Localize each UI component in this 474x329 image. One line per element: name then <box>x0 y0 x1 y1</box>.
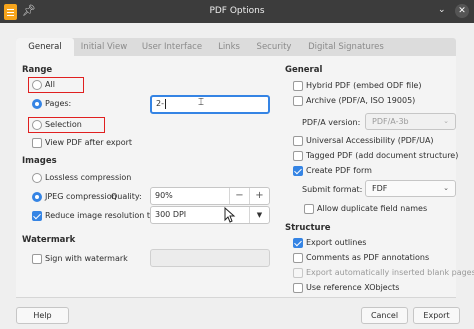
radio-all[interactable] <box>32 80 42 90</box>
radio-pages[interactable] <box>32 99 42 109</box>
tab-initial-view[interactable]: Initial View <box>74 38 134 56</box>
title-bar: 📌︎ PDF Options ⌄ ✕ <box>0 0 474 23</box>
xobjects-label: Use reference XObjects <box>306 283 400 292</box>
range-heading: Range <box>22 65 53 75</box>
checkbox-sign-watermark[interactable] <box>32 254 42 264</box>
watermark-text-field[interactable] <box>150 249 270 267</box>
checkbox-blank-pages[interactable] <box>293 268 303 278</box>
close-icon[interactable]: ✕ <box>455 4 469 18</box>
checkbox-comments[interactable] <box>293 253 303 263</box>
radio-jpeg[interactable] <box>32 192 42 202</box>
tagged-pdf-label: Tagged PDF (add document structure) <box>306 151 459 160</box>
checkbox-export-outlines[interactable] <box>293 238 303 248</box>
checkbox-tagged-pdf[interactable] <box>293 151 303 161</box>
hybrid-pdf-label: Hybrid PDF (embed ODF file) <box>306 81 422 90</box>
view-after-export-label: View PDF after export <box>45 138 133 147</box>
images-heading: Images <box>22 156 57 166</box>
submit-format-label: Submit format: <box>302 185 363 194</box>
universal-accessibility-label: Universal Accessibility (PDF/UA) <box>306 136 434 145</box>
plus-icon[interactable]: + <box>249 188 269 204</box>
sign-watermark-label: Sign with watermark <box>45 254 128 263</box>
comments-label: Comments as PDF annotations <box>306 253 430 262</box>
pdfa-version-label: PDF/A version: <box>302 118 361 127</box>
jpeg-label: JPEG compression <box>45 192 117 201</box>
mouse-pointer-icon <box>224 207 236 223</box>
pdfa-version-dropdown[interactable]: PDF/A-3b ⌄ <box>365 113 456 130</box>
allow-duplicate-label: Allow duplicate field names <box>317 204 428 213</box>
quality-value: 90% <box>155 191 173 200</box>
submit-format-value: FDF <box>372 184 388 193</box>
resolution-combobox[interactable]: 300 DPI ▼ <box>150 206 270 224</box>
pages-input[interactable]: 2- <box>150 95 270 114</box>
tab-security[interactable]: Security <box>252 38 296 56</box>
chevron-down-icon[interactable]: ⌄ <box>438 5 446 15</box>
quality-label: Quality: <box>111 192 142 201</box>
cancel-button[interactable]: Cancel <box>361 307 408 324</box>
tab-digital-signatures[interactable]: Digital Signatures <box>300 38 392 56</box>
radio-selection[interactable] <box>32 120 42 130</box>
checkbox-universal-accessibility[interactable] <box>293 136 303 146</box>
watermark-heading: Watermark <box>22 235 76 245</box>
resolution-value: 300 DPI <box>155 210 187 219</box>
chevron-down-icon: ⌄ <box>443 184 449 192</box>
pdfa-version-value: PDF/A-3b <box>372 117 409 126</box>
help-button[interactable]: Help <box>16 307 69 324</box>
checkbox-archive[interactable] <box>293 96 303 106</box>
archive-label: Archive (PDF/A, ISO 19005) <box>306 96 416 105</box>
pages-input-value: 2- <box>156 99 164 108</box>
structure-heading: Structure <box>285 223 331 233</box>
blank-pages-label: Export automatically inserted blank page… <box>306 268 474 277</box>
export-button[interactable]: Export <box>413 307 460 324</box>
quality-spinbox[interactable]: 90% − + <box>150 187 270 205</box>
lossless-label: Lossless compression <box>45 173 132 182</box>
minus-icon[interactable]: − <box>229 188 249 204</box>
tab-general[interactable]: General <box>16 38 74 56</box>
checkbox-hybrid-pdf[interactable] <box>293 81 303 91</box>
radio-pages-label: Pages: <box>45 99 72 108</box>
checkbox-view-after-export[interactable] <box>32 138 42 148</box>
checkbox-xobjects[interactable] <box>293 283 303 293</box>
reduce-resolution-label: Reduce image resolution to: <box>45 211 158 220</box>
radio-all-label: All <box>45 80 55 89</box>
checkbox-reduce-resolution[interactable] <box>32 211 42 221</box>
window-title: PDF Options <box>209 6 265 16</box>
create-form-label: Create PDF form <box>306 166 372 175</box>
export-outlines-label: Export outlines <box>306 238 367 247</box>
radio-lossless[interactable] <box>32 173 42 183</box>
checkbox-create-form[interactable] <box>293 166 303 176</box>
chevron-down-icon: ⌄ <box>443 117 449 125</box>
tab-user-interface[interactable]: User Interface <box>138 38 206 56</box>
radio-selection-label: Selection <box>45 120 82 129</box>
tab-bar: General Initial View User Interface Link… <box>16 38 456 56</box>
text-cursor-icon: ⌶ <box>198 97 204 108</box>
submit-format-dropdown[interactable]: FDF ⌄ <box>365 180 456 197</box>
general-heading: General <box>285 65 323 75</box>
checkbox-allow-duplicate[interactable] <box>304 204 314 214</box>
dropdown-arrow-icon[interactable]: ▼ <box>249 207 269 223</box>
tab-links[interactable]: Links <box>210 38 248 56</box>
